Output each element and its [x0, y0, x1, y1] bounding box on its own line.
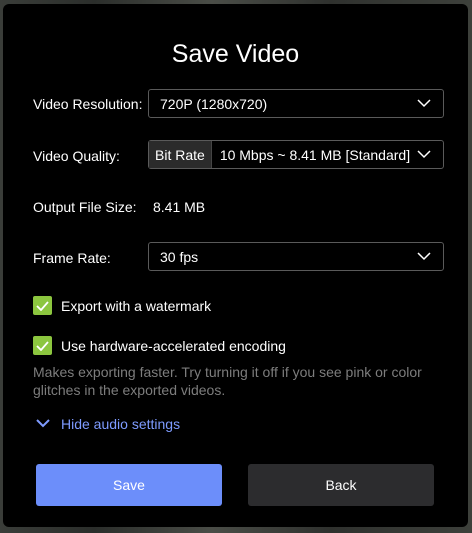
checkmark-icon	[36, 340, 49, 351]
hardware-encoding-checkbox[interactable]	[33, 336, 52, 355]
chevron-down-icon	[417, 148, 431, 162]
chevron-down-icon	[417, 250, 431, 264]
frame-rate-value: 30 fps	[160, 248, 199, 265]
hide-audio-settings-label: Hide audio settings	[61, 416, 181, 432]
hardware-encoding-option[interactable]: Use hardware-accelerated encoding	[33, 336, 286, 355]
save-video-dialog: Save Video Video Resolution: 720P (1280x…	[3, 4, 468, 527]
video-quality-select[interactable]: Bit Rate 10 Mbps ~ 8.41 MB [Standard]	[148, 140, 444, 169]
watermark-label: Export with a watermark	[61, 297, 212, 314]
bit-rate-mode-tag[interactable]: Bit Rate	[149, 141, 212, 168]
watermark-checkbox[interactable]	[33, 296, 52, 315]
video-resolution-select[interactable]: 720P (1280x720)	[148, 89, 444, 118]
checkmark-icon	[36, 300, 49, 311]
output-file-size-value: 8.41 MB	[153, 199, 206, 215]
hardware-encoding-hint: Makes exporting faster. Try turning it o…	[33, 364, 422, 398]
output-file-size-label: Output File Size:	[33, 199, 137, 215]
dialog-title: Save Video	[171, 40, 300, 68]
hardware-encoding-label: Use hardware-accelerated encoding	[61, 337, 286, 354]
hide-audio-settings-toggle[interactable]: Hide audio settings	[36, 415, 180, 433]
chevron-down-icon	[36, 415, 50, 433]
save-button[interactable]: Save	[36, 464, 222, 506]
video-quality-value: 10 Mbps ~ 8.41 MB [Standard]	[219, 146, 411, 163]
video-quality-label: Video Quality:	[33, 148, 120, 164]
frame-rate-select[interactable]: 30 fps	[148, 242, 444, 271]
back-button[interactable]: Back	[248, 464, 434, 506]
video-resolution-value: 720P (1280x720)	[160, 95, 268, 112]
frame-rate-label: Frame Rate:	[33, 250, 111, 266]
chevron-down-icon	[417, 97, 431, 111]
watermark-option[interactable]: Export with a watermark	[33, 296, 211, 315]
video-resolution-label: Video Resolution:	[33, 96, 143, 112]
